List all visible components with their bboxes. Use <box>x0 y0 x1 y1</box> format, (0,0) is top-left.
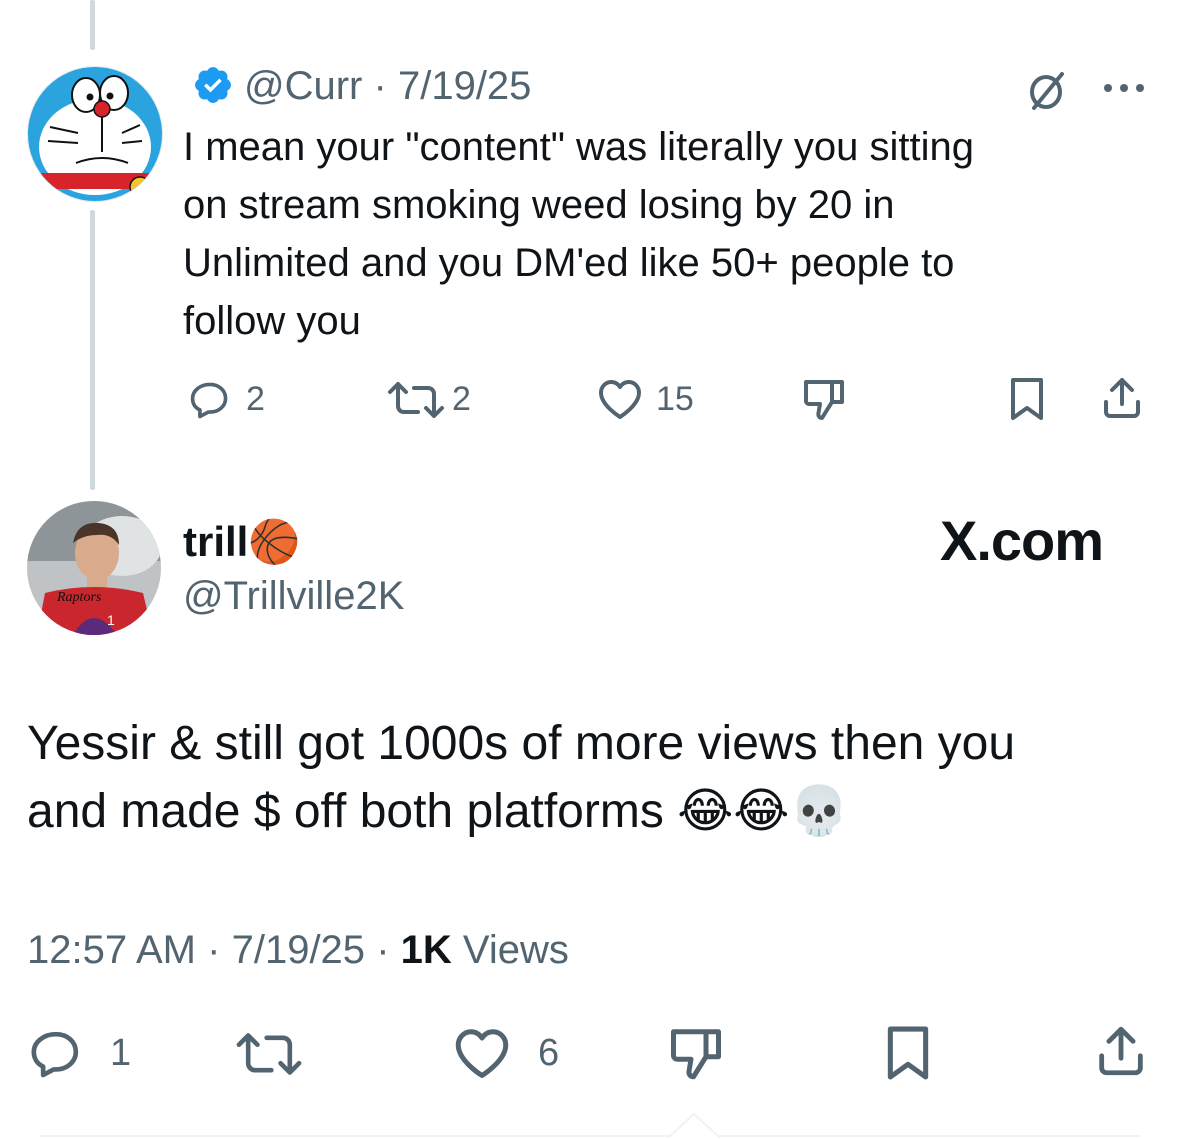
repost-count: 2 <box>452 380 471 418</box>
parent-handle[interactable]: @Curr <box>244 64 362 108</box>
main-tweet-text: Yessir & still got 1000s of more views t… <box>27 710 1015 846</box>
main-like-count: 6 <box>538 1032 560 1074</box>
main-share-icon[interactable] <box>1092 1022 1150 1080</box>
repost-icon[interactable] <box>384 378 448 422</box>
skull-emoji: 💀 <box>789 785 850 838</box>
header-separator: · <box>373 64 387 108</box>
pointer-caret-icon <box>668 1112 720 1138</box>
parent-tweet-text: I mean your "content" was literally you … <box>183 118 974 350</box>
tweet-meta: 12:57 AM · 7/19/25 · 1K Views <box>27 926 569 974</box>
bottom-divider <box>40 1135 1140 1137</box>
avatar-jersey-text: Raptors <box>56 590 102 605</box>
thread-line-bottom <box>90 210 95 490</box>
views-label: Views <box>462 928 569 972</box>
meta-separator: · <box>207 928 221 972</box>
views-count[interactable]: 1K <box>401 928 452 972</box>
tweet-time[interactable]: 12:57 AM <box>27 928 196 972</box>
main-like-icon[interactable] <box>452 1024 512 1082</box>
avatar-jersey-number: 1 <box>107 612 115 628</box>
meta-separator-2: · <box>376 928 390 972</box>
parent-text-line-2: on stream smoking weed losing by 20 in <box>183 183 895 227</box>
author-display-name: trill <box>183 518 249 565</box>
main-dislike-icon[interactable] <box>666 1024 726 1082</box>
parent-text-line-4: follow you <box>183 299 361 343</box>
x-watermark: X.com <box>940 509 1104 572</box>
parent-text-line-3: Unlimited and you DM'ed like 50+ people … <box>183 241 955 285</box>
tweet-date[interactable]: 7/19/25 <box>232 928 365 972</box>
main-bookmark-icon[interactable] <box>880 1024 936 1082</box>
parent-avatar[interactable] <box>27 66 163 202</box>
laughing-emoji-2: 😂 <box>733 785 790 838</box>
main-text-line-1: Yessir & still got 1000s of more views t… <box>27 717 1016 770</box>
main-text-line-2: and made $ off both platforms <box>27 785 664 838</box>
verified-badge-icon <box>192 64 234 106</box>
main-reply-icon[interactable] <box>28 1026 84 1082</box>
author-handle[interactable]: @Trillville2K <box>183 572 404 620</box>
like-count: 15 <box>656 380 694 418</box>
reply-count: 2 <box>246 380 265 418</box>
laughing-emoji: 😂 <box>677 785 734 838</box>
share-icon[interactable] <box>1098 374 1146 422</box>
like-icon[interactable] <box>596 376 644 422</box>
main-repost-icon[interactable] <box>232 1026 306 1082</box>
parent-text-line-1: I mean your "content" was literally you … <box>183 125 974 169</box>
parent-date[interactable]: 7/19/25 <box>398 64 531 108</box>
dislike-icon[interactable] <box>800 376 848 422</box>
author-name-row[interactable]: trill🏀 <box>183 516 301 568</box>
main-reply-count: 1 <box>110 1032 132 1074</box>
more-options-icon[interactable] <box>1100 78 1148 98</box>
grok-icon[interactable] <box>1022 66 1070 114</box>
author-avatar[interactable]: Raptors 1 <box>27 501 161 635</box>
reply-icon[interactable] <box>188 378 232 422</box>
parent-header: @Curr · 7/19/25 <box>244 62 531 110</box>
basketball-emoji: 🏀 <box>248 518 301 565</box>
thread-line-top <box>90 0 95 50</box>
bookmark-icon[interactable] <box>1006 376 1048 422</box>
